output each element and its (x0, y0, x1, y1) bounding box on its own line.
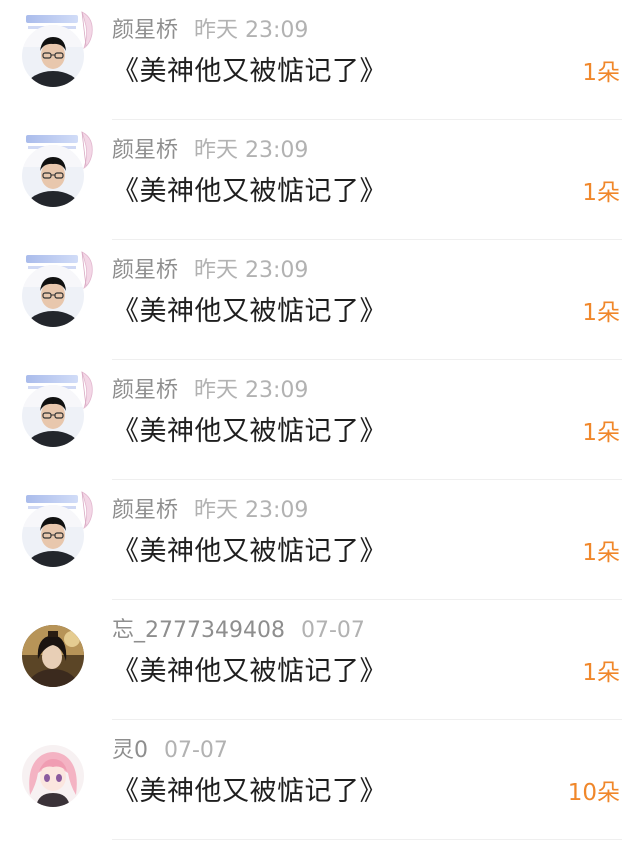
pink-hair-girl-avatar[interactable] (22, 745, 84, 807)
boy-glasses-avatar[interactable] (22, 25, 84, 87)
avatar-frame-badge (26, 15, 78, 23)
boy-glasses-avatar[interactable] (22, 145, 84, 207)
feather-icon (81, 131, 93, 169)
flower-count: 1朵 (582, 300, 620, 326)
record-meta: 忘_2777349408 07-07 (112, 617, 365, 645)
username[interactable]: 颜星桥 (112, 498, 178, 523)
avatar-frame[interactable] (20, 130, 94, 208)
record-meta: 灵0 07-07 (112, 737, 228, 765)
gift-record-list: 颜星桥 昨天 23:09 《美神他又被惦记了》 1朵 颜星桥 昨天 23:09 … (0, 0, 640, 842)
gift-record-row[interactable]: 灵0 07-07 《美神他又被惦记了》 10朵 (0, 720, 640, 840)
timestamp: 昨天 23:09 (194, 138, 309, 163)
boy-glasses-avatar[interactable] (22, 265, 84, 327)
flower-count: 1朵 (582, 660, 620, 686)
feather-icon (81, 251, 93, 289)
gift-title[interactable]: 《美神他又被惦记了》 (112, 294, 387, 330)
username[interactable]: 灵0 (112, 738, 148, 763)
gift-title[interactable]: 《美神他又被惦记了》 (112, 534, 387, 570)
gift-title[interactable]: 《美神他又被惦记了》 (112, 654, 387, 690)
username[interactable]: 颜星桥 (112, 138, 178, 163)
gift-title[interactable]: 《美神他又被惦记了》 (112, 54, 387, 90)
gift-title[interactable]: 《美神他又被惦记了》 (112, 414, 387, 450)
gift-record-row[interactable]: 颜星桥 昨天 23:09 《美神他又被惦记了》 1朵 (0, 0, 640, 120)
boy-glasses-avatar[interactable] (22, 385, 84, 447)
flower-count: 1朵 (582, 540, 620, 566)
timestamp: 昨天 23:09 (194, 378, 309, 403)
ancient-costume-avatar[interactable] (22, 625, 84, 687)
gift-title[interactable]: 《美神他又被惦记了》 (112, 174, 387, 210)
gift-record-row[interactable]: 忘_2777349408 07-07 《美神他又被惦记了》 1朵 (0, 600, 640, 720)
gift-record-row[interactable]: 颜星桥 昨天 23:09 《美神他又被惦记了》 1朵 (0, 240, 640, 360)
flower-count: 10朵 (567, 780, 620, 806)
record-meta: 颜星桥 昨天 23:09 (112, 17, 308, 45)
avatar-frame[interactable] (20, 10, 94, 88)
feather-icon (81, 11, 93, 49)
timestamp: 07-07 (300, 618, 365, 643)
flower-count: 1朵 (582, 60, 620, 86)
avatar-frame-badge (26, 375, 78, 383)
record-meta: 颜星桥 昨天 23:09 (112, 137, 308, 165)
gift-title[interactable]: 《美神他又被惦记了》 (112, 774, 387, 810)
record-meta: 颜星桥 昨天 23:09 (112, 257, 308, 285)
avatar-frame[interactable] (20, 370, 94, 448)
feather-icon (81, 491, 93, 529)
gift-record-row[interactable]: 颜星桥 昨天 23:09 《美神他又被惦记了》 1朵 (0, 120, 640, 240)
username[interactable]: 颜星桥 (112, 378, 178, 403)
avatar-frame-badge (26, 495, 78, 503)
timestamp: 昨天 23:09 (194, 498, 309, 523)
avatar-frame[interactable] (20, 490, 94, 568)
flower-count: 1朵 (582, 180, 620, 206)
username[interactable]: 颜星桥 (112, 18, 178, 43)
timestamp: 07-07 (164, 738, 228, 763)
gift-record-row[interactable]: 颜星桥 昨天 23:09 《美神他又被惦记了》 1朵 (0, 360, 640, 480)
timestamp: 昨天 23:09 (194, 258, 309, 283)
timestamp: 昨天 23:09 (194, 18, 309, 43)
record-meta: 颜星桥 昨天 23:09 (112, 497, 308, 525)
username[interactable]: 忘_2777349408 (112, 618, 285, 643)
avatar-frame[interactable] (20, 730, 94, 808)
avatar-frame-badge (26, 135, 78, 143)
feather-icon (81, 371, 93, 409)
username[interactable]: 颜星桥 (112, 258, 178, 283)
avatar-frame[interactable] (20, 610, 94, 688)
gift-record-row[interactable]: 颜星桥 昨天 23:09 《美神他又被惦记了》 1朵 (0, 480, 640, 600)
flower-count: 1朵 (582, 420, 620, 446)
boy-glasses-avatar[interactable] (22, 505, 84, 567)
record-meta: 颜星桥 昨天 23:09 (112, 377, 308, 405)
avatar-frame-badge (26, 255, 78, 263)
avatar-frame[interactable] (20, 250, 94, 328)
